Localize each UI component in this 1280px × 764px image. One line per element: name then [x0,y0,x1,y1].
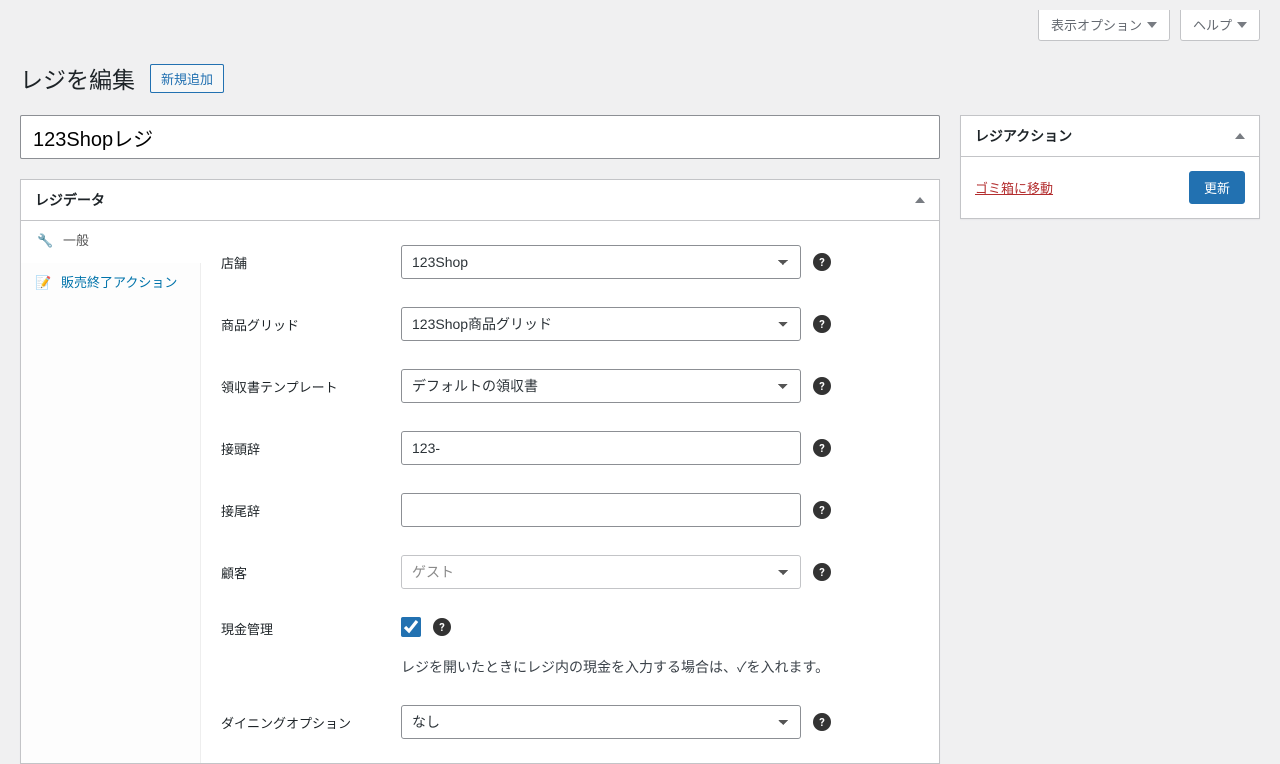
suffix-label: 接尾辞 [221,501,381,520]
outlet-select[interactable]: 123Shop [401,245,801,279]
register-data-title: レジデータ [35,190,105,210]
register-actions-title: レジアクション [975,126,1072,146]
receipt-template-label: 領収書テンプレート [221,377,381,396]
collapse-toggle[interactable] [915,195,925,206]
help-icon[interactable]: ? [813,377,831,395]
triangle-up-icon [1235,133,1245,139]
help-icon[interactable]: ? [813,713,831,731]
help-tab[interactable]: ヘルプ [1180,10,1260,41]
wrench-icon: 🔧 [37,233,53,251]
triangle-up-icon [915,197,925,203]
help-icon[interactable]: ? [813,501,831,519]
update-button[interactable]: 更新 [1189,171,1245,204]
help-icon[interactable]: ? [813,563,831,581]
dining-option-label: ダイニングオプション [221,713,381,732]
cash-management-label: 現金管理 [221,617,381,638]
caret-down-icon [1147,22,1157,28]
page-title: レジを編集 [20,61,135,95]
prefix-input[interactable] [401,431,801,465]
product-grid-label: 商品グリッド [221,315,381,334]
note-icon: 📝 [35,275,51,293]
product-grid-select[interactable]: 123Shop商品グリッド [401,307,801,341]
register-title-input[interactable] [20,115,940,159]
screen-options-label: 表示オプション [1051,15,1142,34]
screen-options-tab[interactable]: 表示オプション [1038,10,1170,41]
cash-management-desc: レジを開いたときにレジ内の現金を入力する場合は、✓を入れます。 [401,657,829,677]
receipt-template-select[interactable]: デフォルトの領収書 [401,369,801,403]
collapse-toggle[interactable] [1235,131,1245,142]
prefix-label: 接頭辞 [221,439,381,458]
caret-down-icon [1237,22,1247,28]
help-icon[interactable]: ? [433,618,451,636]
dining-option-select[interactable]: なし [401,705,801,739]
register-actions-box: レジアクション ゴミ箱に移動 更新 [960,115,1260,219]
help-icon[interactable]: ? [813,315,831,333]
outlet-label: 店舗 [221,253,381,272]
tab-end-of-sale[interactable]: 📝 販売終了アクション [21,263,200,305]
suffix-input[interactable] [401,493,801,527]
tab-end-of-sale-label: 販売終了アクション [61,275,177,293]
register-data-box: レジデータ 🔧 一般 📝 販売終了アクション [20,179,940,764]
tab-general[interactable]: 🔧 一般 [21,221,201,263]
help-icon[interactable]: ? [813,439,831,457]
customer-select[interactable]: ゲスト [401,555,801,589]
cash-management-checkbox[interactable] [401,617,421,637]
help-icon[interactable]: ? [813,253,831,271]
help-label: ヘルプ [1193,15,1232,34]
tab-general-label: 一般 [63,233,89,251]
customer-label: 顧客 [221,563,381,582]
add-new-button[interactable]: 新規追加 [150,64,224,93]
move-to-trash-link[interactable]: ゴミ箱に移動 [975,178,1053,197]
